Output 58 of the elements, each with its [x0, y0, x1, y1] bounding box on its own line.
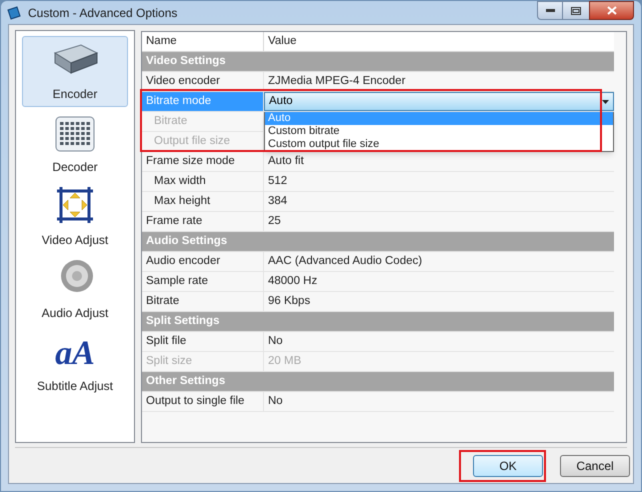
close-button[interactable] [589, 1, 634, 20]
dropdown-option[interactable]: Custom bitrate [265, 125, 613, 138]
maximize-button[interactable] [563, 1, 589, 20]
property-value: Auto fit [267, 154, 305, 169]
property-name: Max width [142, 172, 264, 191]
category-label: Video Adjust [42, 232, 108, 249]
property-name: Bitrate [142, 292, 264, 311]
category-item[interactable]: Audio Adjust [22, 255, 128, 326]
value-dropdown[interactable]: Auto [264, 92, 614, 111]
property-value: 48000 Hz [267, 274, 318, 289]
dialog-button[interactable]: Cancel [560, 454, 630, 476]
grid-panel-icon [55, 116, 95, 152]
category-label: Encoder [52, 86, 98, 103]
property-name: Output to single file [142, 392, 264, 411]
category-item[interactable]: aA Subtitle Adjust [22, 328, 128, 399]
property-name: Frame rate [142, 212, 264, 231]
section-header: Other Settings [142, 372, 614, 392]
section-header: Video Settings [142, 52, 614, 72]
app-icon [6, 4, 22, 20]
category-label: Audio Adjust [42, 305, 108, 322]
maximize-icon [571, 6, 581, 14]
category-item[interactable]: Encoder [22, 36, 128, 107]
dropdown-option[interactable]: Custom output file size [265, 138, 613, 151]
property-name: Bitrate [142, 112, 264, 131]
property-value: No [267, 334, 284, 349]
property-value: 384 [267, 194, 288, 209]
column-header: Name [142, 32, 264, 51]
category-item[interactable]: Decoder [22, 109, 128, 180]
section-header: Split Settings [142, 312, 614, 332]
section-header: Audio Settings [142, 232, 614, 252]
property-value: ZJMedia MPEG-4 Encoder [267, 74, 406, 89]
close-icon [606, 6, 616, 15]
dialog-button[interactable]: OK [473, 454, 543, 476]
property-value: AAC (Advanced Audio Codec) [267, 254, 424, 269]
property-name: Sample rate [142, 272, 264, 291]
property-value: No [267, 394, 284, 409]
category-item[interactable]: Video Adjust [22, 182, 128, 253]
property-name: Split size [142, 352, 264, 371]
property-value: 25 [267, 214, 282, 229]
window-title: Custom - Advanced Options [28, 4, 178, 22]
property-name: Max height [142, 192, 264, 211]
property-value: 512 [267, 174, 288, 189]
minimize-button[interactable] [537, 1, 563, 20]
column-header: Value [267, 34, 298, 49]
category-label: Subtitle Adjust [36, 378, 114, 395]
subtitle-glyph-icon: aA [55, 337, 95, 371]
property-name: Audio encoder [142, 252, 264, 271]
property-name: Bitrate mode [142, 92, 264, 111]
caret-icon [602, 100, 609, 104]
property-value: 20 MB [267, 354, 302, 369]
property-name: Split file [142, 332, 264, 351]
category-label: Decoder [52, 159, 98, 176]
resize-frame-icon [55, 185, 95, 225]
property-name: Frame size mode [142, 152, 264, 171]
minimize-icon [546, 9, 554, 12]
property-name: Output file size [142, 132, 264, 151]
property-name: Video encoder [142, 72, 264, 91]
property-value: 96 Kbps [267, 294, 312, 309]
